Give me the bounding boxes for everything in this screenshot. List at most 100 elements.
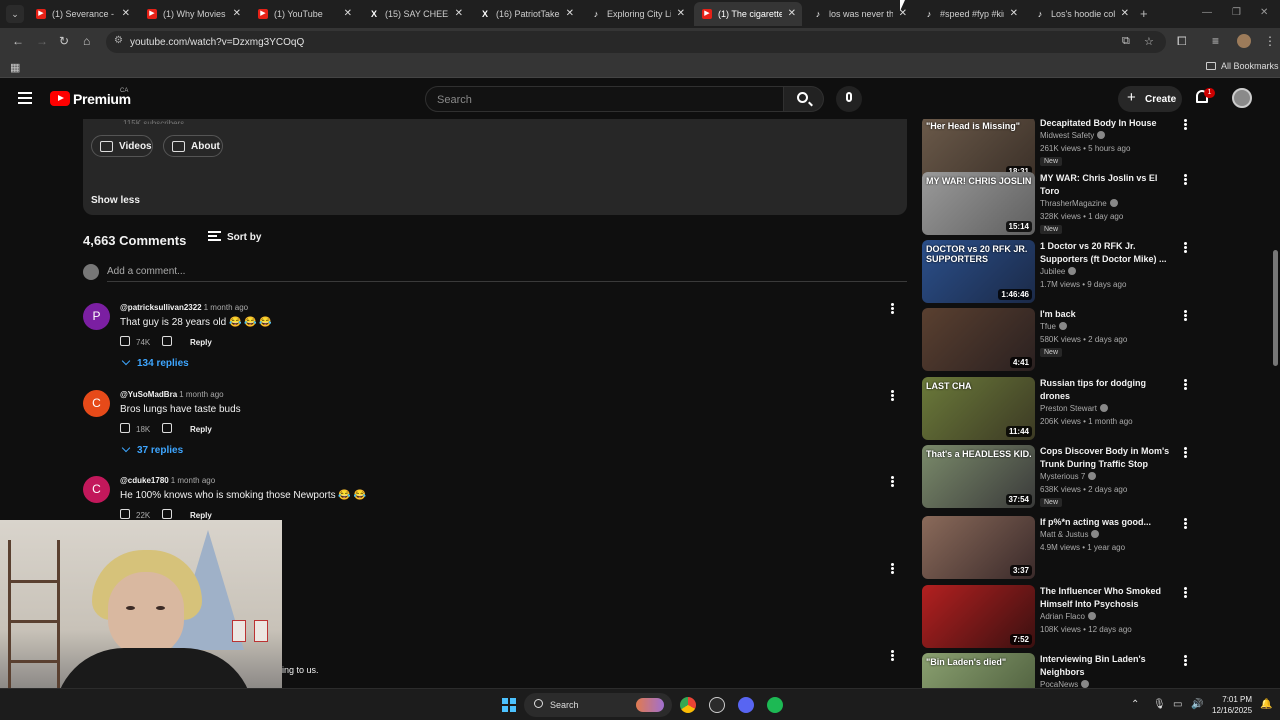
back-icon[interactable]: ← — [12, 34, 24, 48]
videos-button[interactable]: Videos — [91, 135, 153, 157]
extensions-icon[interactable]: ⧠ — [1177, 34, 1187, 49]
video-thumbnail[interactable]: "Her Head is Missing"18:31 — [922, 117, 1035, 180]
video-title[interactable]: MY WAR: Chris Joslin vs El Toro — [1040, 172, 1176, 198]
dislike-icon[interactable] — [162, 509, 172, 519]
channel-name[interactable]: Matt & Justus — [1040, 530, 1100, 539]
obs-icon[interactable] — [709, 697, 725, 713]
comment-author[interactable]: @YuSoMadBra — [120, 390, 177, 399]
comment-time[interactable]: 1 month ago — [204, 303, 248, 312]
channel-name[interactable]: Adrian Flaco — [1040, 612, 1096, 621]
commenter-avatar[interactable]: C — [83, 390, 110, 417]
video-thumbnail[interactable]: 3:37 — [922, 516, 1035, 579]
video-menu-icon[interactable] — [1184, 242, 1187, 254]
profile-avatar[interactable] — [1237, 34, 1251, 48]
minimize-icon[interactable]: — — [1202, 7, 1212, 18]
video-menu-icon[interactable] — [1184, 119, 1187, 131]
channel-name[interactable]: Preston Stewart — [1040, 404, 1108, 413]
home-icon[interactable]: ⌂ — [83, 34, 90, 48]
browser-tab[interactable]: ♪ Los's hoodie colle ✕ — [1027, 2, 1135, 26]
search-input[interactable]: Search — [425, 86, 784, 112]
channel-name[interactable]: Jubilee — [1040, 267, 1077, 276]
video-menu-icon[interactable] — [1184, 310, 1187, 322]
video-menu-icon[interactable] — [1184, 518, 1187, 530]
forward-icon[interactable]: → — [36, 34, 48, 48]
recommended-video[interactable]: 4:41 I'm back Tfue 580K views • 2 days ago N… — [922, 308, 1262, 372]
bookmark-star-icon[interactable]: ☆ — [1144, 35, 1154, 48]
video-menu-icon[interactable] — [1184, 379, 1187, 391]
volume-icon[interactable]: 🔊 — [1191, 699, 1203, 710]
apps-grid-icon[interactable]: ▦ — [10, 61, 20, 74]
chrome-icon[interactable] — [680, 697, 696, 713]
channel-name[interactable]: Midwest Safety — [1040, 131, 1106, 140]
address-bar[interactable]: ⚙ youtube.com/watch?v=Dzxmg3YCOqQ ⧉ ☆ — [106, 31, 1166, 53]
create-button[interactable]: + Create — [1118, 86, 1182, 112]
dislike-icon[interactable] — [162, 423, 172, 433]
browser-tab[interactable]: ▶ (1) The cigarette ✕ — [694, 2, 802, 26]
video-title[interactable]: 1 Doctor vs 20 RFK Jr. Supporters (ft Do… — [1040, 240, 1176, 266]
notification-center-icon[interactable]: 🔔 — [1260, 699, 1272, 710]
menu-kebab-icon[interactable]: ⋮ — [1264, 34, 1276, 48]
browser-tab[interactable]: ♪ Exploring City Life ✕ — [583, 2, 691, 26]
close-tab-icon[interactable]: ✕ — [233, 8, 241, 19]
video-title[interactable]: If p%*n acting was good... — [1040, 516, 1176, 529]
browser-tab[interactable]: ♪ los was never the ✕ — [805, 2, 913, 26]
video-menu-icon[interactable] — [1184, 587, 1187, 599]
commenter-avatar[interactable]: P — [83, 303, 110, 330]
windows-start-icon[interactable] — [502, 698, 516, 712]
new-tab-button[interactable]: + — [1140, 6, 1148, 21]
video-menu-icon[interactable] — [1184, 447, 1187, 459]
about-button[interactable]: About — [163, 135, 223, 157]
commenter-avatar[interactable]: C — [83, 476, 110, 503]
view-replies-button[interactable]: 37 replies — [121, 443, 183, 456]
comment-time[interactable]: 1 month ago — [179, 390, 223, 399]
recommended-video[interactable]: LAST CHA 11:44 Russian tips for dodging dr… — [922, 377, 1262, 441]
video-title[interactable]: I'm back — [1040, 308, 1176, 321]
like-icon[interactable] — [120, 336, 130, 346]
taskbar-search[interactable]: Search — [524, 693, 672, 717]
video-title[interactable]: Russian tips for dodging drones — [1040, 377, 1176, 403]
recommended-video[interactable]: 7:52 The Influencer Who Smoked Himself In… — [922, 585, 1262, 649]
network-icon[interactable]: ▭ — [1173, 699, 1182, 710]
video-thumbnail[interactable]: 4:41 — [922, 308, 1035, 371]
site-info-icon[interactable]: ⚙ — [114, 35, 123, 46]
close-tab-icon[interactable]: ✕ — [788, 8, 796, 19]
search-button[interactable] — [784, 86, 824, 112]
system-clock[interactable]: 7:01 PM 12/16/2025 — [1212, 694, 1252, 716]
channel-name[interactable]: Tfue — [1040, 322, 1068, 331]
comment-menu-icon[interactable] — [891, 303, 894, 315]
video-thumbnail[interactable]: That's a HEADLESS KID. 37:54 — [922, 445, 1035, 508]
install-app-icon[interactable]: ⧉ — [1122, 35, 1130, 48]
like-icon[interactable] — [120, 423, 130, 433]
close-tab-icon[interactable]: ✕ — [566, 8, 574, 19]
discord-icon[interactable] — [738, 697, 754, 713]
close-tab-icon[interactable]: ✕ — [1121, 8, 1129, 19]
dislike-icon[interactable] — [162, 336, 172, 346]
guide-menu-icon[interactable] — [18, 92, 32, 104]
reply-button[interactable]: Reply — [190, 338, 212, 347]
page-scrollbar[interactable] — [1273, 250, 1278, 366]
close-tab-icon[interactable]: ✕ — [344, 8, 352, 19]
microphone-tray-icon[interactable]: 🎙 — [1153, 699, 1166, 710]
recommended-video[interactable]: MY WAR! CHRIS JOSLIN 15:14 MY WAR: Chris J… — [922, 172, 1262, 236]
comment-menu-icon[interactable] — [891, 650, 894, 662]
recommended-video[interactable]: DOCTOR vs 20 RFK JR. SUPPORTERS 1:46:46 1 … — [922, 240, 1262, 304]
close-tab-icon[interactable]: ✕ — [122, 8, 130, 19]
recommended-video[interactable]: 3:37 If p%*n acting was good... Matt & Jus… — [922, 516, 1262, 580]
channel-name[interactable]: ThrasherMagazine — [1040, 199, 1118, 208]
show-less-button[interactable]: Show less — [91, 195, 140, 206]
close-window-icon[interactable]: ✕ — [1260, 7, 1268, 18]
comment-time[interactable]: 1 month ago — [171, 476, 215, 485]
video-thumbnail[interactable]: MY WAR! CHRIS JOSLIN 15:14 — [922, 172, 1035, 235]
browser-tab[interactable]: X (16) PatriotTakes ✕ — [472, 2, 580, 26]
voice-search-button[interactable] — [836, 86, 862, 112]
comment-author[interactable]: @patricksullivan2322 — [120, 303, 202, 312]
video-menu-icon[interactable] — [1184, 174, 1187, 186]
recommended-video[interactable]: That's a HEADLESS KID. 37:54 Cops Discover… — [922, 445, 1262, 509]
like-icon[interactable] — [120, 509, 130, 519]
spotify-icon[interactable] — [767, 697, 783, 713]
view-replies-button[interactable]: 134 replies — [121, 356, 189, 369]
close-tab-icon[interactable]: ✕ — [1010, 8, 1018, 19]
close-tab-icon[interactable]: ✕ — [677, 8, 685, 19]
reply-button[interactable]: Reply — [190, 511, 212, 520]
browser-tab[interactable]: ▶ (1) Severance - Of ✕ — [28, 2, 136, 26]
